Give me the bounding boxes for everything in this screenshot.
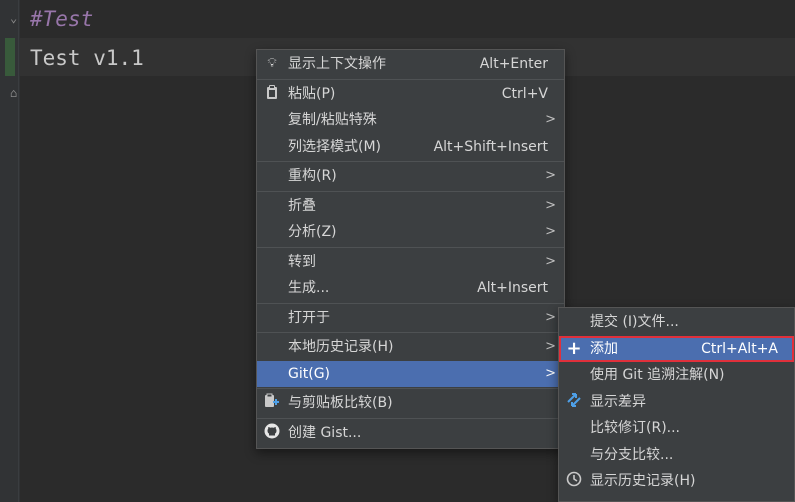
submenu-item-annotate[interactable]: 使用 Git 追溯注解(N) bbox=[559, 362, 794, 389]
chevron-right-icon: > bbox=[545, 224, 556, 239]
clipboard-icon bbox=[263, 81, 281, 108]
menu-item-refactor[interactable]: 重构(R) > bbox=[257, 163, 564, 190]
menu-item-open-in[interactable]: 打开于 > bbox=[257, 305, 564, 332]
menu-item-create-gist[interactable]: 创建 Gist... bbox=[257, 420, 564, 447]
clock-icon bbox=[565, 468, 583, 495]
submenu-item-commit-file[interactable]: 提交 (I)文件... bbox=[559, 309, 794, 336]
vcs-change-marker[interactable] bbox=[5, 38, 15, 76]
code-line-1[interactable]: #Test bbox=[30, 6, 93, 32]
chevron-right-icon: > bbox=[545, 168, 556, 183]
menu-item-folding[interactable]: 折叠 > bbox=[257, 193, 564, 220]
clipboard-compare-icon bbox=[263, 390, 281, 417]
menu-item-analyze[interactable]: 分析(Z) > bbox=[257, 219, 564, 246]
github-icon bbox=[263, 420, 281, 447]
chevron-right-icon: > bbox=[545, 112, 556, 127]
diff-icon bbox=[565, 389, 583, 416]
chevron-right-icon: > bbox=[545, 309, 556, 325]
separator bbox=[257, 388, 564, 389]
fold-open-icon[interactable]: ⌄ bbox=[10, 11, 24, 25]
menu-item-git[interactable]: Git(G) > bbox=[257, 360, 564, 387]
separator bbox=[257, 417, 564, 419]
separator bbox=[257, 190, 564, 192]
chevron-right-icon: > bbox=[545, 253, 556, 269]
submenu-item-show-diff[interactable]: 显示差异 bbox=[559, 389, 794, 416]
menu-item-copy-paste-special[interactable]: 复制/粘贴特殊 > bbox=[257, 107, 564, 134]
menu-item-generate[interactable]: 生成... Alt+Insert bbox=[257, 275, 564, 302]
fold-close-icon[interactable]: ⌂ bbox=[10, 86, 24, 100]
menu-item-column-selection-mode[interactable]: 列选择模式(M) Alt+Shift+Insert bbox=[257, 134, 564, 161]
chevron-right-icon: > bbox=[545, 197, 556, 213]
plus-icon: + bbox=[566, 337, 582, 359]
submenu-item-compare-branch[interactable]: 与分支比较... bbox=[559, 442, 794, 469]
separator bbox=[257, 161, 564, 162]
chevron-right-icon: > bbox=[545, 365, 556, 381]
menu-item-show-context-actions[interactable]: 💡︎ 显示上下文操作 Alt+Enter bbox=[257, 51, 564, 78]
menu-item-compare-with-clipboard[interactable]: 与剪贴板比较(B) bbox=[257, 390, 564, 417]
chevron-right-icon: > bbox=[545, 339, 556, 354]
menu-item-local-history[interactable]: 本地历史记录(H) > bbox=[257, 334, 564, 361]
separator bbox=[257, 246, 564, 248]
git-submenu: 提交 (I)文件... + 添加 Ctrl+Alt+A 使用 Git 追溯注解(… bbox=[558, 307, 795, 502]
submenu-item-add[interactable]: + 添加 Ctrl+Alt+A bbox=[559, 335, 794, 362]
menu-item-goto[interactable]: 转到 > bbox=[257, 249, 564, 276]
lightbulb-icon: 💡︎ bbox=[267, 56, 277, 71]
gutter-divider bbox=[18, 0, 19, 502]
code-line-2[interactable]: Test v1.1 bbox=[30, 45, 144, 71]
menu-item-paste[interactable]: 粘贴(P) Ctrl+V bbox=[257, 81, 564, 108]
separator bbox=[257, 302, 564, 304]
submenu-item-compare-revision[interactable]: 比较修订(R)... bbox=[559, 415, 794, 442]
editor-context-menu: 💡︎ 显示上下文操作 Alt+Enter 粘贴(P) Ctrl+V 复制/粘贴特… bbox=[256, 49, 565, 449]
separator bbox=[257, 78, 564, 80]
separator bbox=[257, 332, 564, 333]
submenu-item-show-history[interactable]: 显示历史记录(H) bbox=[559, 468, 794, 495]
